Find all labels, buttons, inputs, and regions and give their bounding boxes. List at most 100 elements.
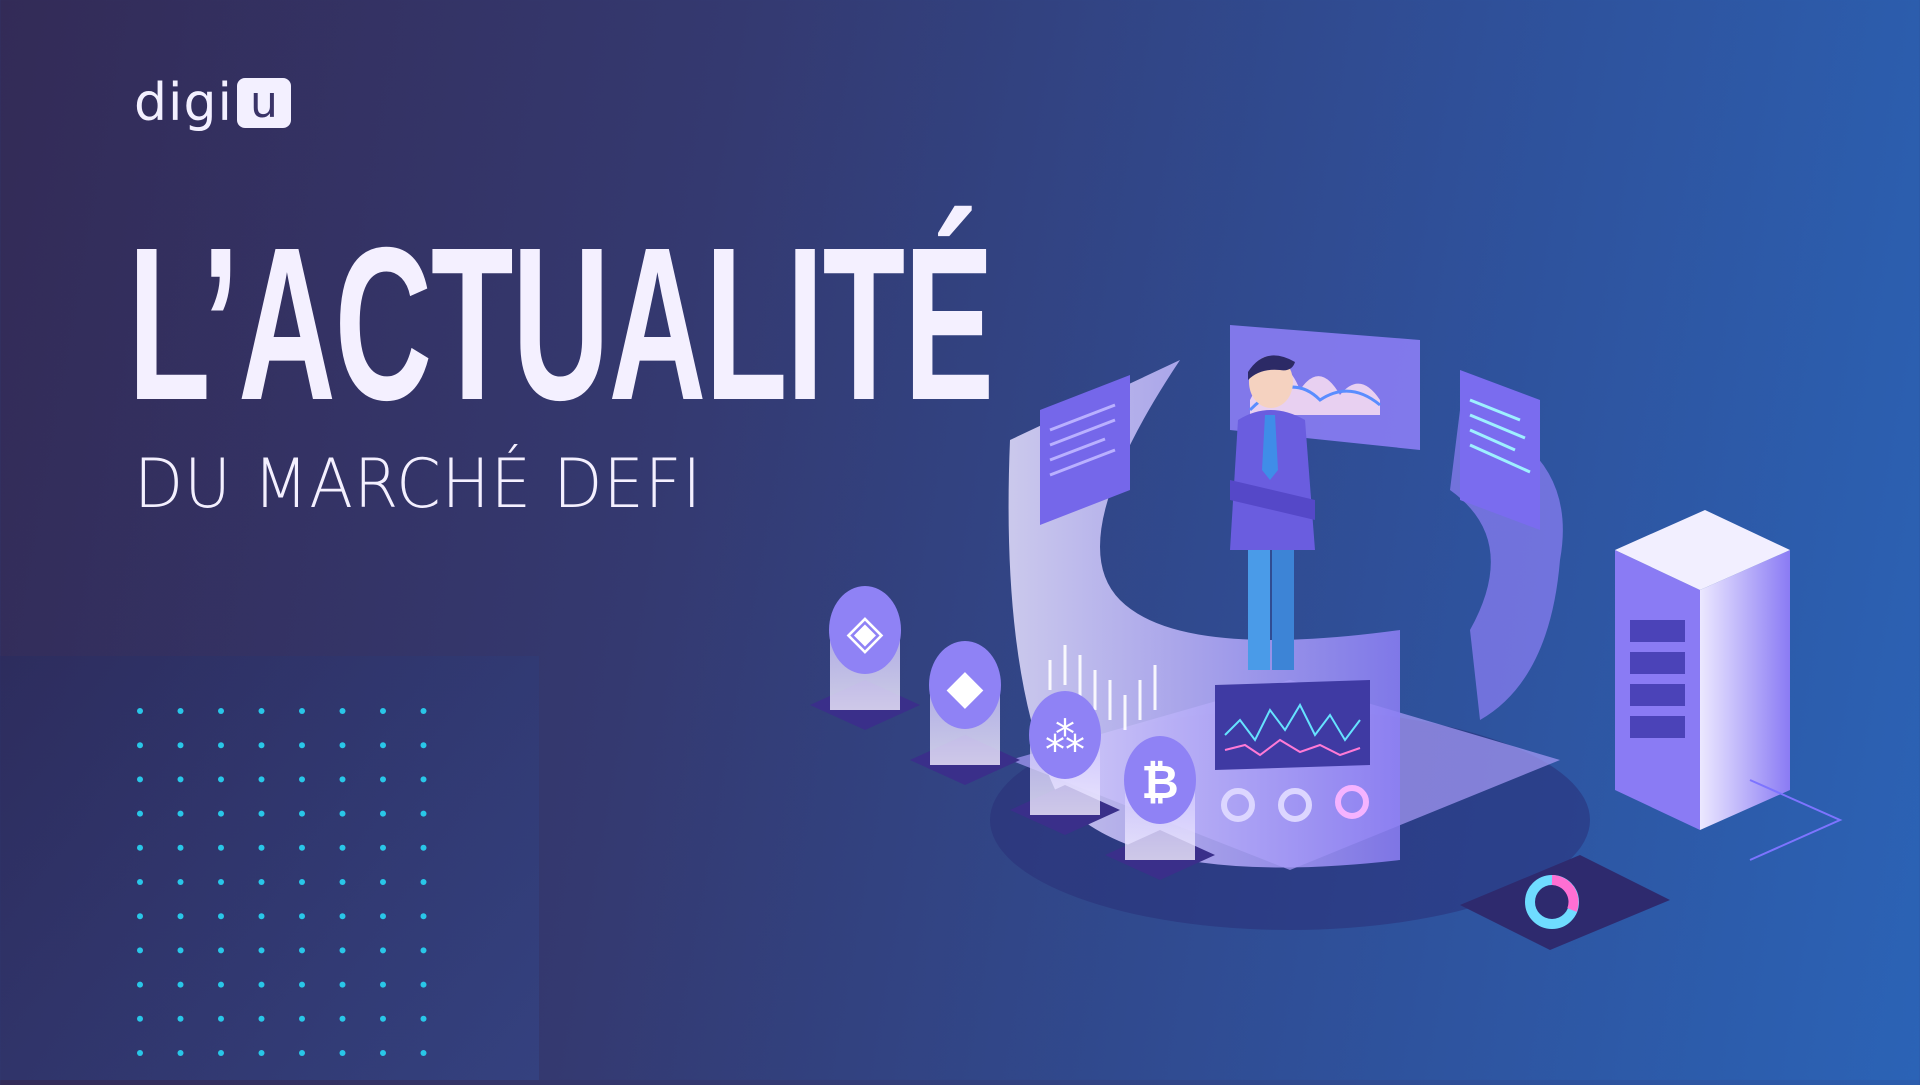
accent-dot bbox=[218, 844, 224, 851]
accent-dot bbox=[299, 947, 305, 954]
accent-dot bbox=[299, 1015, 305, 1022]
accent-dot bbox=[258, 1050, 265, 1056]
accent-dot bbox=[177, 708, 184, 714]
accent-dot bbox=[380, 844, 386, 851]
accent-dot bbox=[177, 776, 184, 783]
accent-dot bbox=[420, 879, 427, 885]
accent-dot bbox=[420, 844, 427, 851]
accent-dot bbox=[218, 708, 224, 714]
accent-dot bbox=[299, 1050, 305, 1056]
server-tower bbox=[1615, 510, 1843, 861]
accent-dot bbox=[258, 879, 265, 885]
accent-dot bbox=[137, 879, 143, 885]
accent-dot bbox=[339, 1015, 346, 1022]
accent-dot bbox=[258, 913, 265, 920]
accent-dot bbox=[380, 1015, 386, 1022]
accent-dot bbox=[299, 913, 305, 920]
accent-dot bbox=[380, 879, 386, 885]
accent-dot bbox=[420, 776, 427, 783]
digiu-logo[interactable]: digi u bbox=[134, 76, 291, 130]
accent-dot bbox=[258, 810, 265, 817]
accent-dot bbox=[218, 879, 224, 885]
accent-dot bbox=[177, 1015, 184, 1022]
accent-dot bbox=[339, 1050, 346, 1056]
accent-dot bbox=[380, 1050, 386, 1056]
accent-dot bbox=[380, 947, 386, 954]
accent-dot bbox=[177, 879, 184, 885]
accent-dot bbox=[177, 1050, 184, 1056]
accent-dot bbox=[137, 913, 143, 920]
accent-dot bbox=[380, 708, 386, 714]
accent-dot bbox=[339, 844, 346, 851]
accent-dot bbox=[218, 810, 224, 817]
bitcoin-icon: ₿ bbox=[1141, 755, 1179, 809]
accent-dot bbox=[420, 1050, 427, 1056]
accent-dot bbox=[420, 708, 427, 714]
accent-dot bbox=[137, 844, 143, 851]
accent-dot bbox=[420, 947, 427, 954]
accent-dot bbox=[420, 913, 427, 920]
accent-dot bbox=[177, 810, 184, 817]
accent-dot bbox=[137, 776, 143, 783]
accent-dot bbox=[177, 844, 184, 851]
headline-subtitle: DU MARCHÉ DEFI bbox=[134, 445, 703, 524]
accent-dot bbox=[177, 913, 184, 920]
accent-dot bbox=[299, 742, 305, 749]
accent-dot bbox=[299, 879, 305, 885]
accent-dot bbox=[380, 776, 386, 783]
iota-icon: ⁂ bbox=[1045, 715, 1085, 761]
accent-dot bbox=[137, 947, 143, 954]
accent-dot bbox=[258, 708, 265, 714]
binance-coin: ◈ bbox=[810, 586, 920, 730]
accent-dot bbox=[218, 1015, 224, 1022]
accent-dot bbox=[218, 913, 224, 920]
accent-dot bbox=[339, 981, 346, 988]
accent-dot bbox=[420, 810, 427, 817]
accent-dot bbox=[137, 1015, 143, 1022]
accent-dot bbox=[258, 947, 265, 954]
accent-dot bbox=[339, 879, 346, 885]
logo-badge: u bbox=[236, 78, 291, 128]
accent-dot bbox=[258, 776, 265, 783]
accent-dot bbox=[380, 742, 386, 749]
accent-dot bbox=[177, 981, 184, 988]
accent-dot bbox=[339, 947, 346, 954]
accent-dot bbox=[299, 810, 305, 817]
accent-dot bbox=[218, 981, 224, 988]
accent-dot bbox=[339, 742, 346, 749]
accent-dot bbox=[258, 1015, 265, 1022]
accent-dot bbox=[218, 947, 224, 954]
dot-grid bbox=[137, 708, 427, 1056]
accent-dot bbox=[380, 981, 386, 988]
accent-dot bbox=[380, 810, 386, 817]
accent-dot bbox=[137, 742, 143, 749]
accent-dot bbox=[339, 810, 346, 817]
binance-icon: ◈ bbox=[847, 604, 884, 660]
logo-text: digi bbox=[134, 73, 233, 133]
accent-dot bbox=[339, 913, 346, 920]
accent-dot bbox=[299, 981, 305, 988]
accent-dot bbox=[420, 1015, 427, 1022]
accent-dot bbox=[420, 742, 427, 749]
accent-dot bbox=[137, 981, 143, 988]
ethereum-coin: ◆ bbox=[910, 641, 1020, 785]
accent-dot bbox=[137, 810, 143, 817]
accent-dot bbox=[299, 844, 305, 851]
accent-dot bbox=[339, 708, 346, 714]
accent-dot bbox=[218, 742, 224, 749]
accent-dot bbox=[218, 776, 224, 783]
accent-dot bbox=[258, 844, 265, 851]
accent-dot bbox=[299, 708, 305, 714]
accent-dot bbox=[258, 981, 265, 988]
accent-dot bbox=[137, 708, 143, 714]
dot-pattern-panel bbox=[0, 656, 539, 1080]
defi-isometric-illustration: ◈ ◆ ⁂ ₿ bbox=[810, 325, 1843, 950]
accent-dot bbox=[339, 776, 346, 783]
accent-dot bbox=[177, 742, 184, 749]
accent-dot bbox=[177, 947, 184, 954]
accent-dot bbox=[299, 776, 305, 783]
accent-dot bbox=[258, 742, 265, 749]
accent-dot bbox=[218, 1050, 224, 1056]
accent-dot bbox=[380, 913, 386, 920]
ethereum-icon: ◆ bbox=[947, 659, 984, 715]
